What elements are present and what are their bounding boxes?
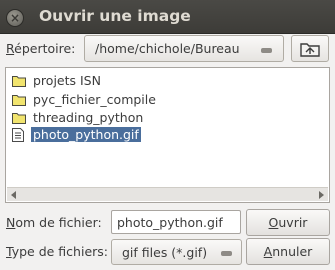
folder-icon [12, 74, 26, 87]
directory-combo[interactable]: /home/chichole/Bureau [84, 35, 284, 62]
file-list-item-name: projets ISN [33, 72, 101, 88]
cancel-button-mnemonic: A [263, 244, 273, 259]
open-button-mnemonic: O [268, 215, 279, 230]
filename-input[interactable] [111, 210, 241, 234]
scroll-right-icon[interactable] [319, 191, 324, 199]
cancel-button[interactable]: Annuler [246, 238, 330, 265]
folder-icon [12, 93, 26, 106]
filename-label-mnemonic: N [6, 215, 16, 230]
folder-icon [12, 111, 26, 124]
filetype-label: Type de fichiers: [6, 244, 108, 259]
parent-directory-button[interactable] [291, 35, 329, 62]
filetype-label-text: ype de fichiers: [11, 244, 108, 259]
open-button[interactable]: Ouvrir [246, 209, 330, 236]
filetype-combo[interactable]: gif files (*.gif) [111, 239, 242, 265]
file-list[interactable]: projets ISN pyc_fichier_compile threading_… [5, 67, 330, 203]
file-list-item[interactable]: projets ISN [12, 72, 101, 88]
folder-up-icon [300, 42, 320, 57]
directory-label-mnemonic: R [6, 41, 15, 56]
open-button-label: uvrir [278, 215, 308, 230]
close-icon: × [9, 11, 21, 25]
file-list-item[interactable]: pyc_fichier_compile [12, 91, 156, 107]
dropdown-icon [221, 251, 232, 256]
file-list-item-name: photo_python.gif [31, 126, 141, 142]
filename-label: Nom de fichier: [6, 215, 102, 230]
file-list-item[interactable]: photo_python.gif [12, 126, 141, 142]
window-title: Ouvrir une image [39, 7, 191, 25]
directory-label: Répertoire: [6, 41, 75, 56]
file-list-item[interactable]: threading_python [12, 109, 143, 125]
filetype-value: gif files (*.gif) [122, 245, 208, 260]
horizontal-scrollbar[interactable] [7, 187, 328, 201]
directory-label-text: épertoire: [14, 41, 76, 56]
file-list-item-name: pyc_fichier_compile [33, 91, 156, 107]
cancel-button-label: nnuler [272, 244, 313, 259]
title-bar[interactable]: × Ouvrir une image [0, 0, 335, 34]
filename-label-text: om de fichier: [15, 215, 102, 230]
directory-path: /home/chichole/Bureau [95, 41, 240, 56]
scroll-left-icon[interactable] [11, 191, 16, 199]
dropdown-icon [261, 48, 272, 53]
close-button[interactable]: × [6, 9, 24, 27]
file-list-item-name: threading_python [33, 109, 144, 125]
file-icon [12, 127, 26, 142]
